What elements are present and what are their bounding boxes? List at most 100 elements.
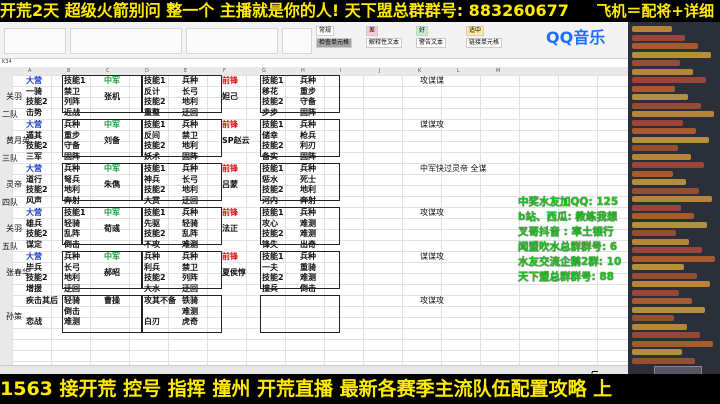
cell-style-2[interactable]: 好: [416, 26, 429, 36]
sheet-cell[interactable]: 大营: [26, 208, 42, 218]
font-group[interactable]: [70, 28, 182, 54]
chat-sidebar: [628, 22, 720, 374]
sheet-cell[interactable]: 四队: [2, 198, 18, 208]
cell-style-5[interactable]: 解释性文本: [366, 38, 403, 48]
column-header[interactable]: K: [418, 67, 421, 75]
sheet-cell[interactable]: 技能2: [26, 229, 48, 239]
sheet-cell[interactable]: 二队: [2, 110, 18, 120]
chat-message-row: [632, 298, 692, 304]
cell-style-1[interactable]: 差: [366, 26, 379, 36]
sheet-cell[interactable]: 前锋: [222, 164, 238, 174]
column-header[interactable]: M: [496, 67, 500, 75]
overlay-line: 闻盟吹水总群群号: 6: [518, 241, 618, 253]
chat-message-row: [632, 213, 694, 219]
sheet-cell[interactable]: 前锋: [222, 120, 238, 130]
chat-message-row: [632, 162, 704, 168]
cell-style-4[interactable]: 检查单元格: [316, 38, 353, 48]
chat-message-row: [632, 357, 695, 364]
column-header[interactable]: B: [67, 67, 70, 75]
sheet-cell[interactable]: 关羽: [6, 224, 22, 234]
name-box[interactable]: K34: [0, 59, 12, 65]
number-group[interactable]: [282, 28, 312, 54]
sheet-cell[interactable]: 中军快过灵帝 全谋: [420, 164, 487, 174]
bottom-banner-text: 1563 接开荒 控号 指挥 撞州 开荒直播 最新各赛季主流队伍配置攻略 上: [0, 378, 613, 400]
column-header[interactable]: D: [145, 67, 149, 75]
column-header[interactable]: I: [340, 67, 341, 75]
column-header[interactable]: L: [457, 67, 460, 75]
sheet-cell[interactable]: 谋谋攻: [420, 120, 444, 130]
chat-message-row: [632, 349, 682, 355]
sheet-cell[interactable]: 遁其: [26, 131, 42, 141]
sheet-cell[interactable]: 五队: [2, 242, 18, 252]
sheet-cell[interactable]: 大营: [26, 164, 42, 174]
sheet-cell[interactable]: 三军: [26, 152, 42, 162]
chat-message-row: [632, 102, 701, 109]
chat-message-row: [632, 60, 680, 66]
sheet-cell[interactable]: 关羽: [6, 92, 22, 102]
bottom-banner: 1563 接开荒 控号 指挥 撞州 开荒直播 最新各赛季主流队伍配置攻略 上: [0, 374, 720, 404]
chat-message-row: [632, 145, 678, 151]
sheet-cell[interactable]: 技能2: [26, 273, 48, 283]
sheet-cell[interactable]: 技能2: [26, 185, 48, 195]
sheet-cell[interactable]: 前锋: [222, 208, 238, 218]
sheet-cell[interactable]: 大营: [26, 120, 42, 130]
column-header[interactable]: A: [28, 67, 31, 75]
sheet-cell[interactable]: 前锋: [222, 76, 238, 86]
top-right-text: 飞机＝配将+详细: [596, 2, 714, 20]
cell-style-0[interactable]: 常规: [316, 26, 335, 36]
sheet-cell[interactable]: 谋定: [26, 240, 42, 250]
chat-message-row: [632, 136, 709, 143]
chat-message-row: [632, 332, 700, 338]
cell-style-7[interactable]: 链接单元格: [466, 38, 503, 48]
ribbon: 常规 差 好 适中检查单元格 解释性文本 警告文本 链接单元格: [0, 22, 628, 59]
column-header[interactable]: E: [184, 67, 187, 75]
sheet-cell[interactable]: SP赵云: [222, 136, 250, 146]
sheet-cell[interactable]: 谋谋攻: [420, 252, 444, 262]
sheet-cell[interactable]: 吕蒙: [222, 180, 238, 190]
sheet-cell[interactable]: 妲己: [222, 92, 238, 102]
chat-message-row: [632, 153, 691, 160]
sheet-cell[interactable]: 增援: [26, 284, 42, 294]
team-border-box: [62, 163, 142, 201]
sheet-cell[interactable]: 恋战: [26, 317, 42, 327]
cell-style-6[interactable]: 警告文本: [416, 38, 447, 48]
sheet-cell[interactable]: 攻谋攻: [420, 296, 444, 306]
sheet-cell[interactable]: 孙策: [6, 312, 22, 322]
cell-style-3[interactable]: 适中: [466, 26, 485, 36]
sheet-cell[interactable]: 法正: [222, 224, 238, 234]
sheet-cell[interactable]: 一骑: [26, 87, 42, 97]
sheet-cell[interactable]: 攻谋谋: [420, 76, 444, 86]
team-border-box: [142, 295, 222, 333]
column-header[interactable]: F: [223, 67, 226, 75]
chat-message-row: [632, 51, 711, 58]
sheet-cell[interactable]: 攻谋攻: [420, 208, 444, 218]
team-border-box: [62, 119, 142, 157]
sheet-cell[interactable]: 灵帝: [6, 180, 22, 190]
column-header[interactable]: C: [106, 67, 110, 75]
sheet-cell[interactable]: 大营: [26, 76, 42, 86]
sheet-cell[interactable]: 前锋: [222, 252, 238, 262]
sheet-cell[interactable]: 毕兵: [26, 263, 42, 273]
sheet-cell[interactable]: 风声: [26, 196, 42, 206]
sheet-cell[interactable]: 大营: [26, 252, 42, 262]
top-banner: 开荒2天 超级火箭别问 整一个 主播就是你的人! 天下盟总群群号: 883260…: [0, 0, 720, 22]
column-header[interactable]: G: [262, 67, 266, 75]
chat-message-row: [632, 85, 675, 92]
alignment-group[interactable]: [186, 28, 278, 54]
sheet-cell[interactable]: 道行: [26, 175, 42, 185]
sheet-cell[interactable]: 疾击其后: [26, 296, 58, 306]
chat-message-row: [632, 221, 707, 228]
column-header[interactable]: J: [379, 67, 380, 75]
chat-message-row: [632, 170, 673, 177]
sheet-cell[interactable]: 夏侯惇: [222, 268, 246, 278]
chat-message-row: [632, 272, 697, 279]
sheet-cell[interactable]: 三队: [2, 154, 18, 164]
sheet-cell[interactable]: 技能2: [26, 141, 48, 151]
clipboard-group[interactable]: [4, 28, 66, 54]
sheet-cell[interactable]: 技能2: [26, 97, 48, 107]
column-header[interactable]: H: [301, 67, 305, 75]
team-border-box: [62, 75, 142, 113]
sheet-cell[interactable]: 击势: [26, 108, 42, 118]
sheet-cell[interactable]: 雄兵: [26, 219, 42, 229]
chat-message-row: [632, 306, 705, 313]
